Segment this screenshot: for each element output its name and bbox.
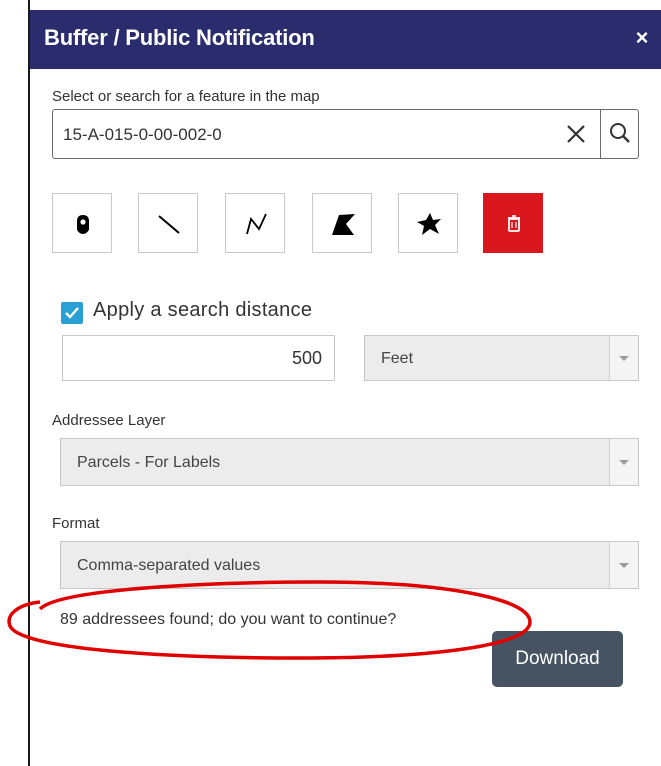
feature-search-input[interactable] [63,123,543,147]
polygon-tool-button[interactable] [312,193,372,253]
chevron-down-icon [609,439,638,485]
format-label: Format [52,515,100,532]
search-label: Select or search for a feature in the ma… [52,88,320,105]
panel-title: Buffer / Public Notification [44,25,315,50]
chevron-down-icon [609,542,638,588]
result-message: 89 addressees found; do you want to cont… [60,611,397,628]
checkmark-icon [65,307,79,319]
addressee-layer-label: Addressee Layer [52,412,166,429]
close-button[interactable]: × [629,23,655,53]
polygon-icon [332,214,355,235]
panel-header: Buffer / Public Notification × [30,10,661,69]
buffer-notification-panel: Buffer / Public Notification × Select or… [28,0,661,766]
line-icon [158,215,180,234]
format-value: Comma-separated values [77,557,261,574]
freehand-polygon-tool-button[interactable] [398,193,458,253]
distance-unit-value: Feet [381,350,414,367]
addressee-layer-value: Parcels - For Labels [77,454,221,471]
distance-unit-select[interactable]: Feet [364,335,639,381]
addressee-layer-select[interactable]: Parcels - For Labels [60,438,639,486]
line-tool-button[interactable] [138,193,198,253]
search-distance-label: Apply a search distance [93,299,313,321]
format-select[interactable]: Comma-separated values [60,541,639,589]
search-button[interactable] [601,110,639,158]
clear-icon[interactable] [563,121,589,147]
feature-search-box [52,109,639,159]
search-icon [610,123,630,143]
polyline-icon [246,213,267,235]
point-tool-button[interactable] [52,193,112,253]
trash-icon [508,215,520,232]
polyline-tool-button[interactable] [225,193,285,253]
download-button[interactable]: Download [492,631,623,687]
freehand-shape-icon [417,213,441,235]
clear-graphics-button[interactable] [483,193,543,253]
search-distance-input[interactable] [62,335,335,381]
search-distance-checkbox[interactable] [61,302,83,324]
map-pin-icon [77,215,89,234]
chevron-down-icon [609,336,638,380]
